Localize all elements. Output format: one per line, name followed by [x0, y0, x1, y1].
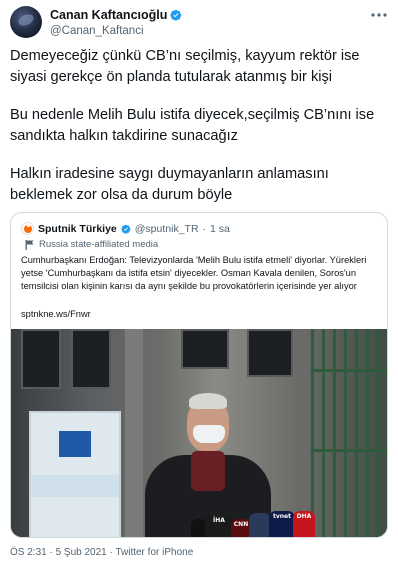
microphone: [249, 513, 271, 537]
flag-icon: [25, 239, 34, 250]
tweet-paragraph: Bu nedenle Melih Bulu istifa diyecek,seç…: [10, 107, 375, 144]
avatar-image: [16, 12, 36, 28]
quoted-author-name: Sputnik Türkiye: [38, 222, 117, 235]
photo-sign: [29, 411, 121, 537]
photo-window: [247, 329, 293, 377]
tweet-paragraph: Halkın iradesine saygı duymayanların anl…: [10, 166, 329, 203]
person-mask: [193, 425, 225, 443]
quoted-tweet-photo[interactable]: İHA CNN tvnet DHA: [11, 329, 387, 537]
photo-window: [71, 329, 111, 389]
microphone-cnn: CNN: [231, 519, 251, 537]
quoted-tweet-header: Sputnik Türkiye @sputnik_TR · 1 sa: [21, 222, 230, 235]
microphones: İHA CNN tvnet DHA: [191, 507, 315, 537]
tweet-text: Demeyeceğiz çünkü CB’nı seçilmiş, kayyum…: [10, 46, 390, 223]
person-scarf: [191, 451, 225, 491]
sign-logo: [59, 431, 91, 457]
microphone-iha: İHA: [205, 515, 233, 537]
more-options-icon[interactable]: [370, 8, 388, 22]
microphone-tvnet: tvnet: [269, 511, 295, 537]
state-media-label[interactable]: Russia state-affiliated media: [25, 239, 158, 250]
quoted-author-handle: @sputnik_TR: [134, 222, 199, 235]
photo-fence-rail: [311, 449, 387, 452]
author-display-name[interactable]: Canan Kaftancıoğlu: [50, 8, 167, 22]
photo-fence: [311, 329, 387, 537]
tweet: Canan Kaftancıoğlu @Canan_Kaftanci Demey…: [0, 0, 398, 565]
microphone-dha: DHA: [293, 511, 315, 537]
tweet-paragraph: Demeyeceğiz çünkü CB’nı seçilmiş, kayyum…: [10, 48, 360, 85]
photo-fence-rail: [311, 369, 387, 372]
quoted-tweet[interactable]: Sputnik Türkiye @sputnik_TR · 1 sa Russi…: [10, 212, 388, 538]
quoted-tweet-text: Cumhurbaşkanı Erdoğan: Televizyonlarda '…: [21, 255, 367, 291]
verified-badge-icon: [121, 224, 131, 234]
quoted-author-avatar: [21, 222, 34, 235]
quoted-time: 1 sa: [210, 222, 230, 235]
photo-window: [181, 329, 229, 369]
quoted-tweet-link[interactable]: sptnkne.ws/Fnwr: [21, 309, 91, 319]
sign-band: [31, 475, 119, 497]
person-hair: [189, 393, 227, 409]
author-avatar[interactable]: [10, 6, 42, 38]
tweet-header: Canan Kaftancıoğlu @Canan_Kaftanci: [10, 6, 388, 42]
author-handle[interactable]: @Canan_Kaftanci: [50, 25, 144, 37]
dot-separator: ·: [202, 222, 207, 235]
state-media-label-text: Russia state-affiliated media: [39, 239, 159, 250]
photo-window: [21, 329, 61, 389]
author-name-row: Canan Kaftancıoğlu: [50, 8, 182, 22]
tweet-metadata[interactable]: ÖS 2:31 · 5 Şub 2021 · Twitter for iPhon…: [10, 547, 193, 558]
verified-badge-icon: [170, 9, 182, 21]
